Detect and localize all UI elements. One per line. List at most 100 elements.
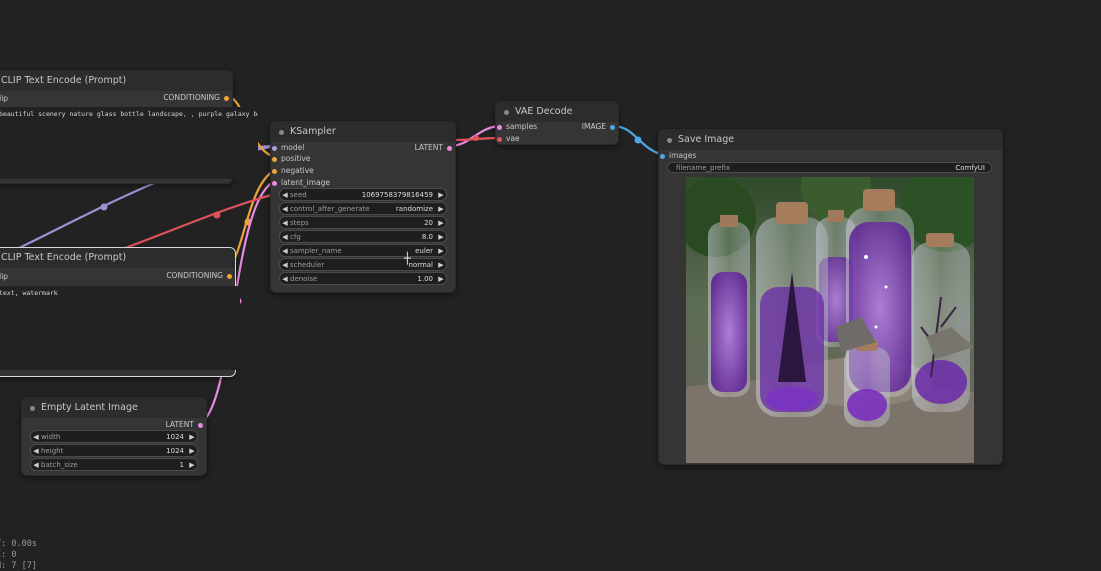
scheduler-widget[interactable]: ◀ scheduler normal ▶ [279,258,447,271]
node-collapse-dot-icon[interactable] [667,137,672,143]
batch-size-label: batch_size [41,460,78,469]
clip-positive-title[interactable]: CLIP Text Encode (Prompt) [0,71,232,91]
image-wire [612,124,665,157]
vae-decode-input-samples[interactable]: samples [497,122,537,131]
generated-image-preview[interactable] [686,177,974,463]
samples-input-pin[interactable] [497,125,502,130]
ksampler-node[interactable]: KSampler model positive negative latent_… [270,121,456,293]
empty-latent-output-latent[interactable]: LATENT [165,420,203,429]
save-image-node[interactable]: Save Image images filename_prefix ComfyU… [658,129,1003,465]
ksampler-output-latent[interactable]: LATENT [414,143,452,152]
sampler-name-value: euler [415,246,433,255]
clip-positive-title-text: CLIP Text Encode (Prompt) [1,75,127,86]
seed-label: seed [290,190,307,199]
height-widget[interactable]: ◀ height 1024 ▶ [30,444,198,457]
ksampler-input-positive-label: positive [281,154,311,163]
arrow-right-icon[interactable]: ▶ [436,233,446,241]
positive-prompt-textarea[interactable]: beautiful scenery nature glass bottle la… [0,107,258,179]
arrow-right-icon[interactable]: ▶ [187,447,197,455]
width-label: width [41,432,61,441]
clip-positive-clip-input[interactable]: clip [0,94,8,103]
arrow-left-icon[interactable]: ◀ [280,275,290,283]
arrow-left-icon[interactable]: ◀ [280,233,290,241]
vae-decode-output-image[interactable]: IMAGE [582,122,615,131]
empty-latent-title-text: Empty Latent Image [41,402,138,413]
image-output-pin[interactable] [610,125,615,130]
ksampler-title[interactable]: KSampler [271,122,455,142]
ksampler-title-text: KSampler [290,126,336,137]
empty-latent-output-label: LATENT [165,420,194,429]
ksampler-input-negative-label: negative [281,166,314,175]
clip-text-encode-positive-node[interactable]: CLIP Text Encode (Prompt) clip CONDITION… [0,70,258,184]
seed-value: 1069758379816459 [361,190,433,199]
node-collapse-dot-icon[interactable] [504,109,509,115]
arrow-right-icon[interactable]: ▶ [187,433,197,441]
positive-input-pin[interactable] [272,157,277,162]
denoise-widget[interactable]: ◀ denoise 1.00 ▶ [279,272,447,285]
width-widget[interactable]: ◀ width 1024 ▶ [30,430,198,443]
steps-widget[interactable]: ◀ steps 20 ▶ [279,216,447,229]
conditioning-output-pin[interactable] [224,96,229,101]
node-collapse-dot-icon[interactable] [30,405,35,411]
ksampler-input-positive[interactable]: positive [272,154,311,163]
negative-input-pin[interactable] [272,169,277,174]
save-image-title-text: Save Image [678,134,735,145]
clip-positive-conditioning-output[interactable]: CONDITIONING [163,93,229,102]
latent-output-pin[interactable] [198,423,203,428]
arrow-right-icon[interactable]: ▶ [436,247,446,255]
arrow-left-icon[interactable]: ◀ [31,447,41,455]
clip-negative-title[interactable]: CLIP Text Encode (Prompt) [0,248,235,268]
control-after-generate-value: randomize [395,204,433,213]
latent-input-pin[interactable] [272,181,277,186]
ksampler-input-model[interactable]: model [272,143,304,152]
ksampler-input-negative[interactable]: negative [272,166,314,175]
filename-prefix-value: ComfyUI [955,163,985,172]
arrow-left-icon[interactable]: ◀ [280,247,290,255]
vae-decode-title[interactable]: VAE Decode [496,102,618,122]
save-image-input-images[interactable]: images [660,151,696,160]
ksampler-output-latent-label: LATENT [414,143,443,152]
arrow-right-icon[interactable]: ▶ [436,219,446,227]
latent-output-pin[interactable] [447,146,452,151]
status-iterations: I: 0 [0,550,17,560]
negative-wire-midpoint [244,218,252,226]
vae-input-pin[interactable] [497,137,502,142]
save-image-title[interactable]: Save Image [659,130,1002,150]
clip-negative-conditioning-output[interactable]: CONDITIONING [166,271,232,280]
arrow-right-icon[interactable]: ▶ [436,205,446,213]
filename-prefix-widget[interactable]: filename_prefix ComfyUI [667,162,992,173]
arrow-right-icon[interactable]: ▶ [436,191,446,199]
arrow-left-icon[interactable]: ◀ [280,261,290,269]
status-timing: T: 0.00s [0,539,37,549]
images-input-pin[interactable] [660,154,665,159]
node-collapse-dot-icon[interactable] [279,129,284,135]
arrow-left-icon[interactable]: ◀ [31,433,41,441]
vae-decode-input-vae[interactable]: vae [497,134,520,143]
cfg-label: cfg [290,232,301,241]
ksampler-input-latent-image[interactable]: latent_image [272,178,330,187]
vae-decode-node[interactable]: VAE Decode samples vae IMAGE [495,101,619,145]
negative-prompt-textarea[interactable]: text, watermark [0,286,240,370]
empty-latent-image-node[interactable]: Empty Latent Image LATENT ◀ width 1024 ▶… [21,397,207,476]
control-after-generate-label: control_after_generate [290,204,370,213]
model-input-pin[interactable] [272,146,277,151]
arrow-left-icon[interactable]: ◀ [280,191,290,199]
clip-negative-clip-input[interactable]: clip [0,272,8,281]
seed-widget[interactable]: ◀ seed 1069758379816459 ▶ [279,188,447,201]
batch-size-value: 1 [179,460,184,469]
generated-image-bottles [686,177,974,463]
arrow-left-icon[interactable]: ◀ [31,461,41,469]
arrow-left-icon[interactable]: ◀ [280,219,290,227]
arrow-right-icon[interactable]: ▶ [436,275,446,283]
cfg-widget[interactable]: ◀ cfg 8.0 ▶ [279,230,447,243]
arrow-right-icon[interactable]: ▶ [436,261,446,269]
arrow-left-icon[interactable]: ◀ [280,205,290,213]
vae-in-midpoint [473,135,479,141]
control-after-generate-widget[interactable]: ◀ control_after_generate randomize ▶ [279,202,447,215]
arrow-right-icon[interactable]: ▶ [187,461,197,469]
empty-latent-title[interactable]: Empty Latent Image [22,398,206,418]
clip-text-encode-negative-node[interactable]: CLIP Text Encode (Prompt) clip CONDITION… [0,247,240,377]
batch-size-widget[interactable]: ◀ batch_size 1 ▶ [30,458,198,471]
conditioning-output-pin[interactable] [227,274,232,279]
sampler-name-widget[interactable]: ◀ sampler_name euler ▶ [279,244,447,257]
